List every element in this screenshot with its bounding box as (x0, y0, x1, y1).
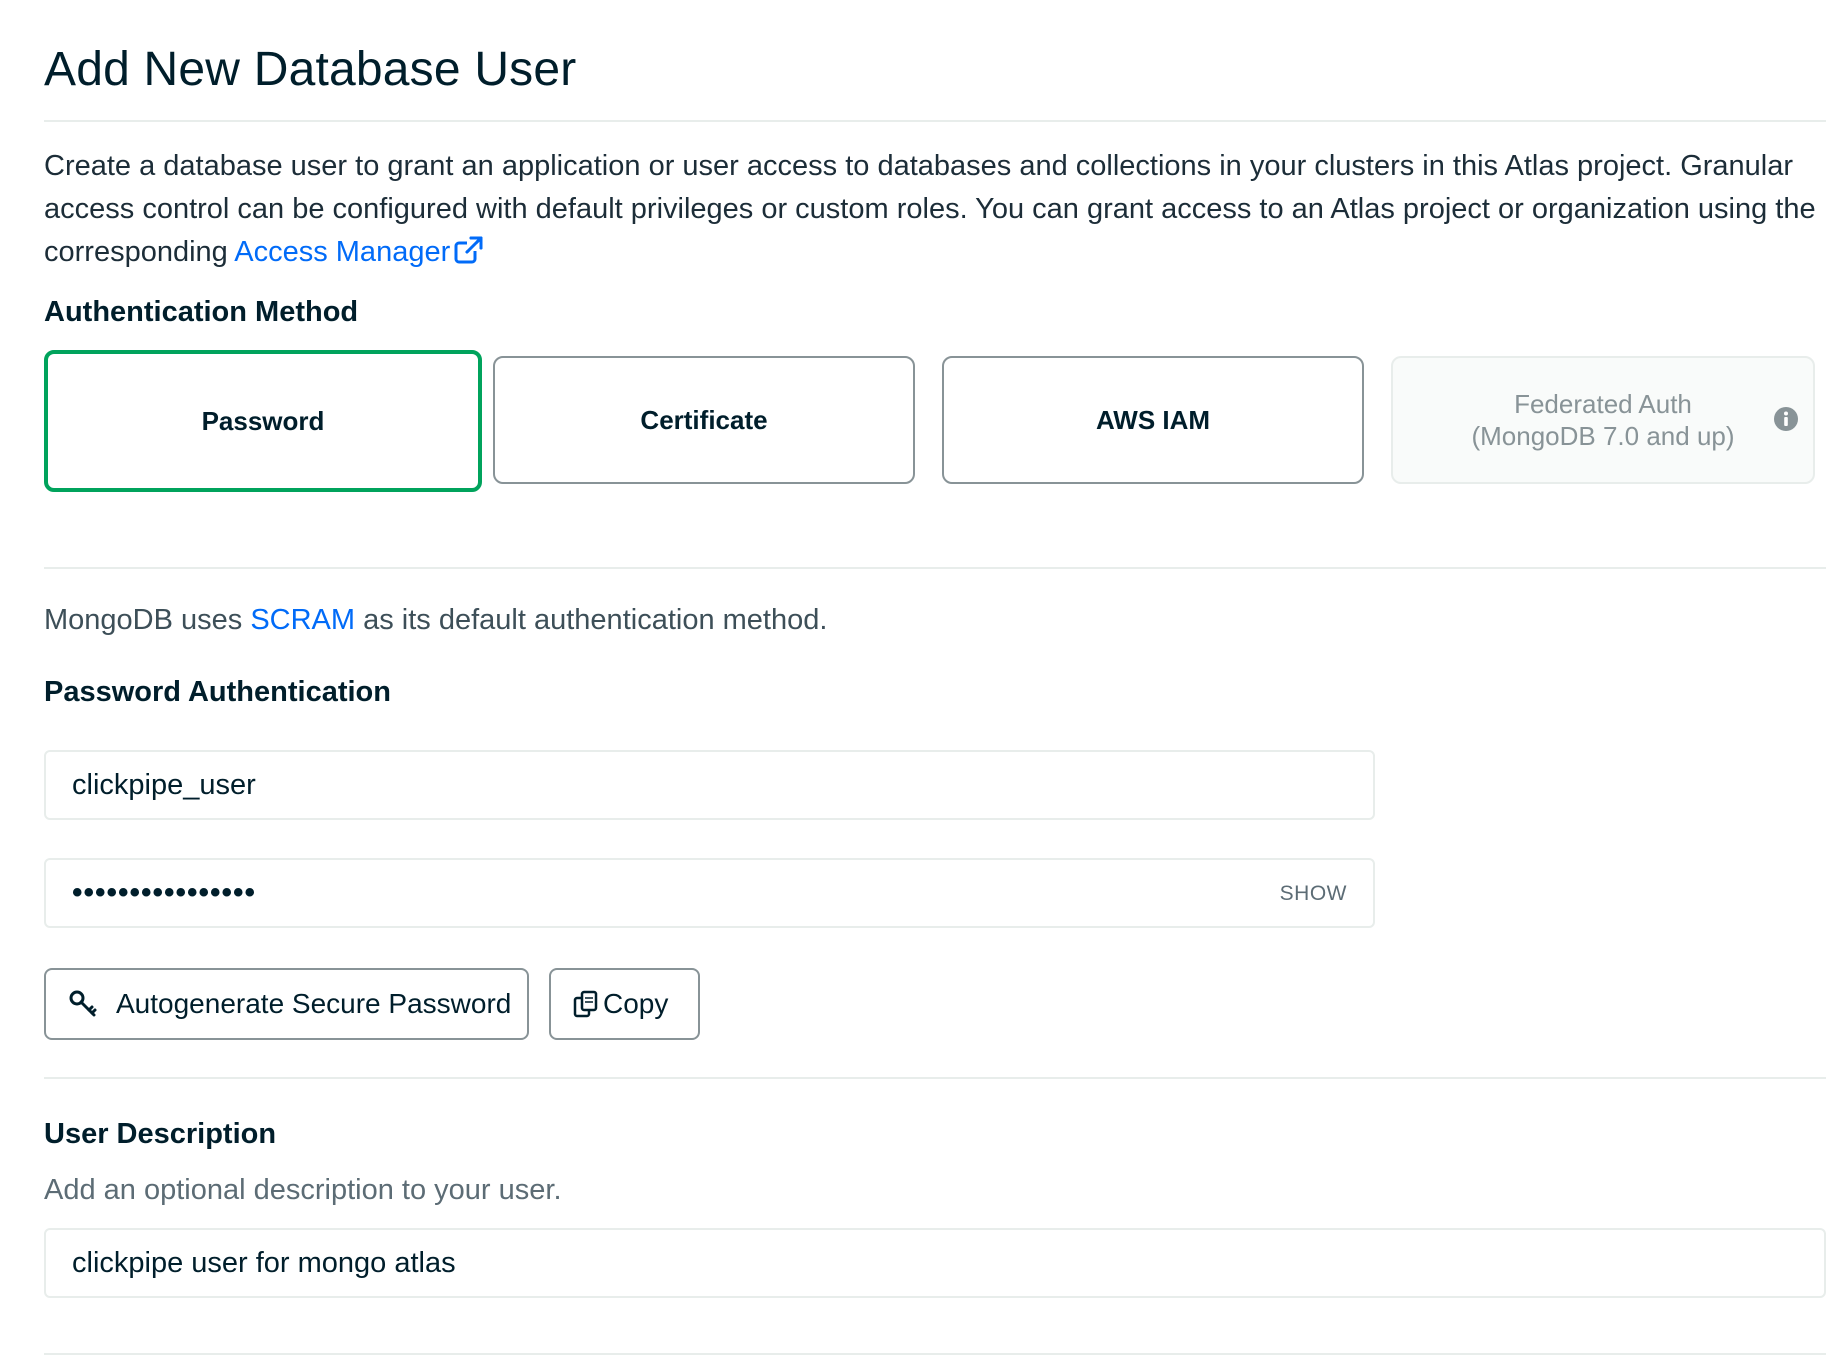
header-divider (44, 120, 1826, 122)
auth-option-password-label: Password (201, 405, 325, 436)
federated-auth-label-line2: (MongoDB 7.0 and up) (1471, 421, 1735, 451)
external-link-icon (454, 234, 484, 277)
user-description-label: User Description (44, 1118, 277, 1150)
password-masked-value: •••••••••••••••• (72, 876, 257, 909)
federated-auth-label-line1: Federated Auth (1514, 389, 1692, 419)
auth-option-certificate[interactable]: Certificate (493, 356, 915, 484)
username-value: clickpipe_user (72, 768, 256, 801)
auth-option-certificate-label: Certificate (640, 404, 768, 435)
scram-note: MongoDB uses SCRAM as its default authen… (44, 604, 827, 637)
key-icon (68, 989, 98, 1019)
user-description-input[interactable]: clickpipe user for mongo atlas (44, 1228, 1826, 1298)
access-manager-link-label: Access Manager (234, 236, 451, 268)
footer-divider (44, 1353, 1826, 1355)
scram-link[interactable]: SCRAM (250, 604, 355, 636)
copy-icon (573, 990, 599, 1018)
scram-note-suffix: as its default authentication method. (355, 604, 828, 636)
autogenerate-password-label: Autogenerate Secure Password (116, 988, 512, 1019)
user-description-help: Add an optional description to your user… (44, 1174, 562, 1206)
intro-text: Create a database user to grant an appli… (44, 145, 1826, 277)
section-divider-2 (44, 1077, 1826, 1079)
copy-password-button[interactable]: Copy (549, 968, 700, 1040)
autogenerate-password-button[interactable]: Autogenerate Secure Password (44, 968, 529, 1040)
info-icon[interactable] (1773, 406, 1799, 439)
access-manager-link[interactable]: Access Manager (234, 236, 484, 268)
auth-option-aws-iam-label: AWS IAM (1095, 404, 1211, 435)
user-description-value: clickpipe user for mongo atlas (72, 1246, 456, 1279)
auth-method-options: Password Certificate AWS IAM Federated A… (44, 350, 1826, 492)
show-password-toggle[interactable]: SHOW (1280, 882, 1347, 906)
auth-option-federated-auth: Federated Auth (MongoDB 7.0 and up) (1391, 356, 1815, 484)
password-input[interactable]: •••••••••••••••• SHOW (44, 858, 1375, 928)
copy-password-label: Copy (603, 988, 669, 1019)
password-auth-label: Password Authentication (44, 676, 391, 708)
section-divider-1 (44, 567, 1826, 569)
auth-option-password[interactable]: Password (44, 350, 482, 492)
scram-note-prefix: MongoDB uses (44, 604, 251, 636)
add-database-user-page: Add New Database User Create a database … (44, 0, 1826, 1356)
auth-option-aws-iam[interactable]: AWS IAM (942, 356, 1364, 484)
username-input[interactable]: clickpipe_user (44, 750, 1375, 820)
auth-method-label: Authentication Method (44, 296, 359, 328)
page-title: Add New Database User (44, 43, 577, 96)
